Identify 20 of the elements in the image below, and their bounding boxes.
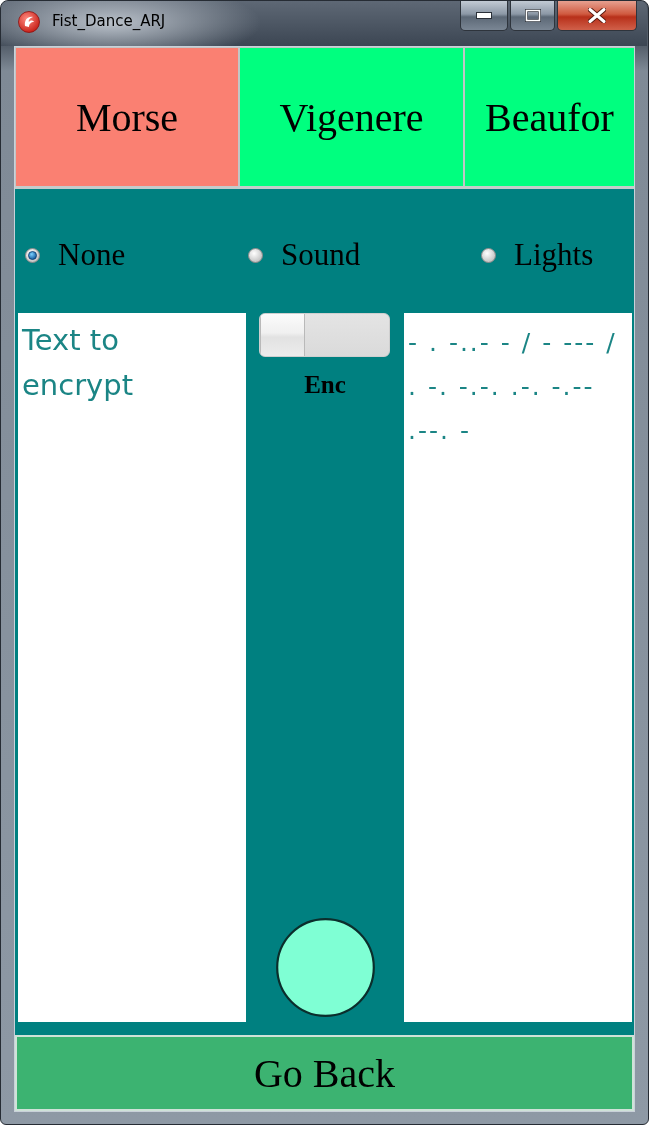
output-field[interactable]: - . -..- - / - --- / . -. -.-. .-. -.-- .--. - (404, 313, 632, 1022)
circle-icon (275, 918, 375, 1017)
toggle-switch[interactable] (258, 313, 390, 357)
radio-option[interactable]: Lights (481, 237, 594, 273)
radio-option[interactable]: None (25, 237, 126, 273)
minimize-button[interactable] (460, 1, 508, 31)
cipher-tab[interactable]: Morse (16, 48, 238, 186)
minimize-icon (476, 12, 492, 19)
go-back-button[interactable]: Go Back (15, 1035, 634, 1111)
app-icon (18, 11, 40, 33)
cipher-tab[interactable]: Beaufor (465, 48, 634, 186)
cipher-tab[interactable]: Vigenere (240, 48, 463, 186)
maximize-icon (524, 9, 541, 22)
close-icon (588, 8, 606, 23)
toggle-label: Enc (304, 371, 346, 399)
input-field[interactable]: Text to encrypt (18, 313, 246, 1022)
close-button[interactable] (557, 1, 637, 31)
radio-option[interactable]: Sound (248, 237, 361, 273)
window-title: Fist_Dance_ARJ (52, 12, 166, 30)
maximize-button[interactable] (510, 1, 555, 31)
